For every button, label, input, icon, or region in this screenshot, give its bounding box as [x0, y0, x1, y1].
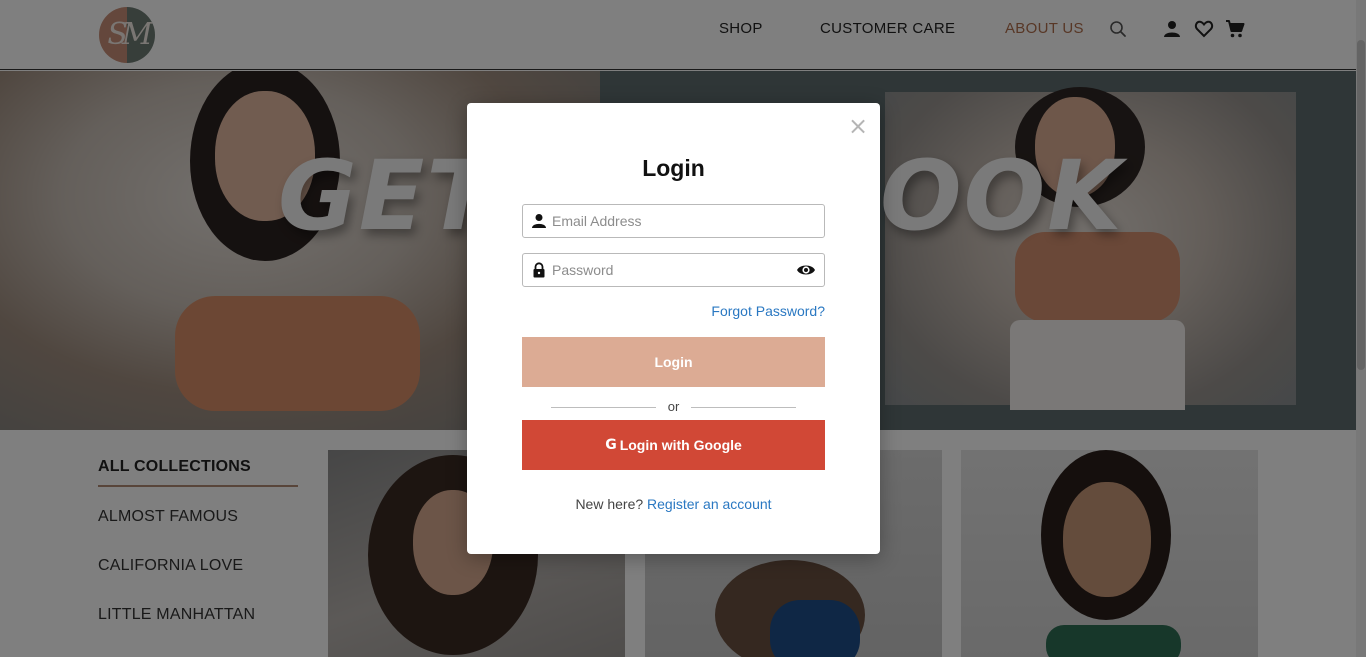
forgot-password-link[interactable]: Forgot Password? [711, 303, 825, 319]
email-input[interactable] [552, 205, 792, 237]
register-link[interactable]: Register an account [647, 496, 772, 512]
close-icon[interactable]: × [847, 114, 869, 138]
register-row: New here? Register an account [467, 496, 880, 512]
eye-icon[interactable] [796, 262, 816, 278]
google-icon: G [605, 437, 617, 453]
password-field[interactable] [522, 253, 825, 287]
login-button[interactable]: Login [522, 337, 825, 387]
lock-icon [533, 262, 545, 278]
password-input[interactable] [552, 254, 792, 286]
email-field[interactable] [522, 204, 825, 238]
google-login-button[interactable]: G Login with Google [522, 420, 825, 470]
user-icon [532, 214, 546, 228]
google-login-label: Login with Google [619, 437, 742, 453]
login-modal: × Login Forgot Password? Login or G Logi… [467, 103, 880, 554]
or-divider: or [551, 399, 796, 415]
modal-title: Login [642, 155, 705, 181]
new-here-text: New here? [575, 496, 644, 512]
